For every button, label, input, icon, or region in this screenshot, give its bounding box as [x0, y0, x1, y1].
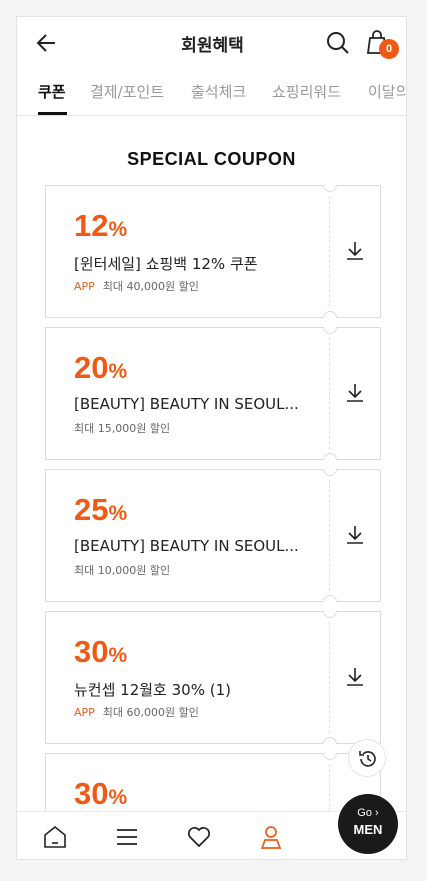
tab-coupon[interactable]: 쿠폰: [38, 81, 66, 102]
coupon-notch: [323, 595, 337, 602]
coupon-notch: [323, 453, 337, 460]
coupon-meta: 최대 15,000원 할인: [74, 420, 170, 436]
coupon-divider: [329, 196, 330, 307]
coupon-name: [BEAUTY] BEAUTY IN SEOUL...: [74, 395, 299, 413]
men-label: MEN: [353, 822, 383, 837]
coupon-notch: [323, 611, 337, 618]
header: 회원혜택 0: [17, 17, 406, 69]
coupon-percent: 30: [74, 776, 109, 811]
section-title: SPECIAL COUPON: [127, 149, 296, 169]
coupon-limit: 최대 10,000원 할인: [74, 564, 171, 577]
tab-bar: 쿠폰 결제/포인트 출석체크 쇼핑리워드 이달의: [17, 69, 406, 116]
recent-history-button[interactable]: [348, 739, 386, 777]
home-icon[interactable]: [41, 823, 69, 851]
menu-icon[interactable]: [113, 823, 141, 851]
coupon-card: 12% [윈터세일] 쇼핑백 12% 쿠폰 APP 최대 40,000원 할인: [45, 185, 381, 318]
my-page-icon[interactable]: [257, 823, 285, 851]
download-icon[interactable]: [344, 240, 366, 262]
coupon-name: [윈터세일] 쇼핑백 12% 쿠폰: [74, 255, 258, 273]
coupon-notch: [323, 311, 337, 318]
percent-sign: %: [108, 644, 128, 667]
coupon-notch: [323, 327, 337, 334]
coupon-card: 30% 뉴컨셉 12월호 30% (1) APP 최대 60,000원 할인: [45, 611, 381, 744]
coupon-percent: 12: [74, 208, 109, 243]
download-icon[interactable]: [344, 524, 366, 546]
coupon-divider: [329, 622, 330, 733]
coupon-divider: [329, 338, 330, 449]
coupon-limit: 최대 15,000원 할인: [74, 422, 171, 435]
coupon-name: [BEAUTY] BEAUTY IN SEOUL...: [74, 537, 299, 555]
search-icon[interactable]: [325, 30, 351, 56]
tab-shopping-reward[interactable]: 쇼핑리워드: [272, 81, 341, 102]
coupon-notch: [323, 737, 337, 744]
coupon-percent: 30: [74, 634, 109, 669]
history-icon: [359, 751, 376, 767]
coupon-percent: 25: [74, 492, 109, 527]
coupon-card: 20% [BEAUTY] BEAUTY IN SEOUL... 최대 15,00…: [45, 327, 381, 460]
coupon-meta: APP 최대 60,000원 할인: [74, 704, 199, 720]
coupon-discount: 12%: [74, 208, 127, 244]
download-icon[interactable]: [344, 666, 366, 688]
app-only-label: APP: [74, 706, 95, 719]
tab-monthly[interactable]: 이달의: [368, 81, 406, 102]
coupon-notch: [323, 753, 337, 760]
coupon-discount: 30%: [74, 776, 127, 812]
coupon-discount: 20%: [74, 350, 127, 386]
percent-sign: %: [108, 360, 128, 383]
download-icon[interactable]: [344, 382, 366, 404]
cart-count-badge: 0: [379, 39, 399, 59]
app-only-label: APP: [74, 280, 95, 293]
active-tab-indicator: [38, 112, 67, 115]
coupon-meta: APP 최대 40,000원 할인: [74, 278, 199, 294]
go-label: Go ›: [357, 807, 379, 819]
percent-sign: %: [108, 502, 128, 525]
percent-sign: %: [108, 218, 128, 241]
go-men-button[interactable]: Go › MEN: [338, 794, 398, 854]
coupon-percent: 20: [74, 350, 109, 385]
coupon-discount: 30%: [74, 634, 127, 670]
coupon-meta: 최대 10,000원 할인: [74, 562, 170, 578]
coupon-notch: [323, 469, 337, 476]
coupon-name: 뉴컨셉 12월호 30% (1): [74, 681, 231, 699]
coupon-discount: 25%: [74, 492, 127, 528]
coupon-limit: 최대 60,000원 할인: [102, 706, 199, 719]
coupon-card: 25% [BEAUTY] BEAUTY IN SEOUL... 최대 10,00…: [45, 469, 381, 602]
app-frame: 회원혜택 0 쿠폰 결제/포인트 출석체크 쇼핑리워드 이달의 SPECIAL …: [16, 16, 407, 860]
coupon-notch: [323, 185, 337, 192]
coupon-limit: 최대 40,000원 할인: [102, 280, 199, 293]
tab-attendance[interactable]: 출석체크: [191, 81, 246, 102]
percent-sign: %: [108, 786, 128, 809]
tab-payment-point[interactable]: 결제/포인트: [90, 81, 164, 102]
coupon-divider: [329, 480, 330, 591]
heart-icon[interactable]: [185, 823, 213, 851]
